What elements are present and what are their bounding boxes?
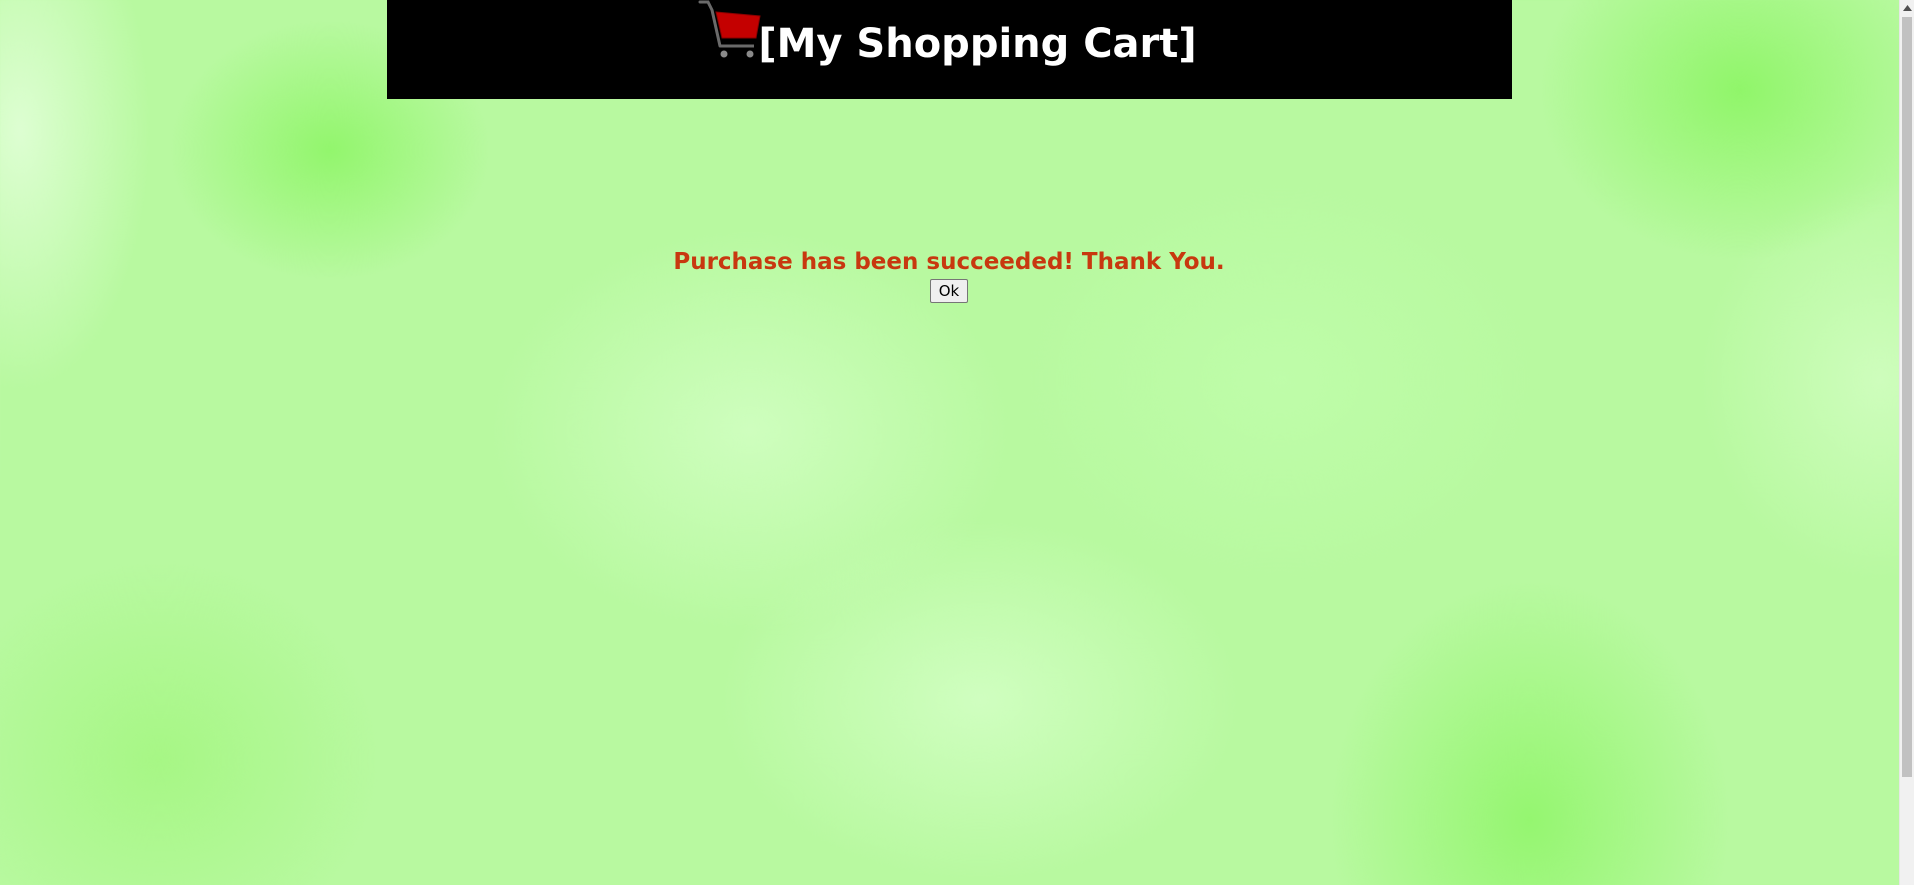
scroll-up-arrow-icon[interactable] [1900, 0, 1914, 15]
confirmation-panel: Purchase has been succeeded! Thank You. … [0, 246, 1898, 303]
scrollbar-thumb[interactable] [1902, 17, 1912, 777]
page-header: [My Shopping Cart] [387, 0, 1512, 99]
shopping-cart-icon [698, 0, 761, 58]
page-title: [My Shopping Cart] [758, 21, 1197, 67]
vertical-scrollbar[interactable] [1899, 0, 1914, 885]
ok-button[interactable]: Ok [929, 279, 969, 303]
header-content: [My Shopping Cart] [387, 0, 1512, 99]
purchase-success-message: Purchase has been succeeded! Thank You. [673, 249, 1225, 275]
